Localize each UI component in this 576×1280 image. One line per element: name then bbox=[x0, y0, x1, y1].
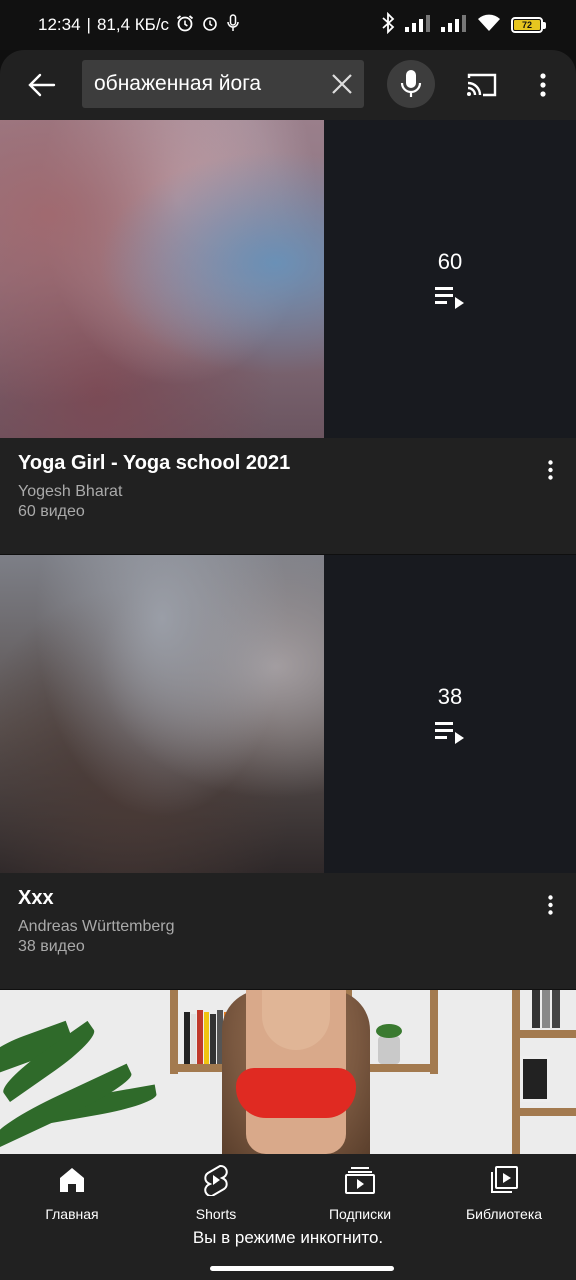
cast-icon bbox=[467, 73, 497, 97]
cast-button[interactable] bbox=[462, 67, 500, 103]
playlist-count-overlay: 38 bbox=[324, 555, 576, 873]
bluetooth-icon bbox=[381, 11, 395, 39]
signal-icon-2 bbox=[441, 14, 467, 37]
search-app-bar: обнаженная йога bbox=[0, 50, 576, 120]
more-vert-icon bbox=[547, 460, 553, 480]
blurred-thumbnail-image bbox=[0, 555, 324, 873]
nav-library[interactable]: Библиотека bbox=[432, 1162, 576, 1226]
nav-subscriptions-label: Подписки bbox=[328, 1206, 392, 1222]
video-count: 38 видео bbox=[18, 938, 85, 955]
playlist-count-overlay: 60 bbox=[324, 120, 576, 438]
playlist-thumbnail[interactable]: 60 bbox=[0, 120, 576, 438]
video-count: 60 видео bbox=[18, 503, 85, 520]
back-arrow-icon bbox=[28, 73, 56, 97]
shorts-icon bbox=[201, 1164, 231, 1196]
frame bbox=[520, 1056, 550, 1102]
status-bar: 12:34 | 81,4 КБ/с 72 bbox=[0, 0, 576, 50]
alarm-icon bbox=[201, 14, 219, 37]
search-input[interactable]: обнаженная йога bbox=[82, 60, 364, 108]
nav-shorts[interactable]: Shorts bbox=[144, 1162, 288, 1226]
search-query-text[interactable]: обнаженная йога bbox=[94, 72, 261, 96]
signal-icon bbox=[405, 14, 431, 37]
microphone-status-icon bbox=[225, 13, 241, 38]
nav-shorts-label: Shorts bbox=[195, 1206, 237, 1222]
more-options-button[interactable] bbox=[528, 67, 558, 103]
clear-icon bbox=[332, 74, 352, 94]
playlist-result-card[interactable]: 60 Yoga Girl - Yoga school 2021 Yogesh B… bbox=[0, 120, 576, 554]
playlist-title[interactable]: Xxx bbox=[18, 885, 518, 911]
playlist-meta: Yoga Girl - Yoga school 2021 Yogesh Bhar… bbox=[18, 450, 518, 522]
library-icon bbox=[489, 1164, 519, 1196]
status-right: 72 bbox=[381, 11, 546, 39]
gesture-home-indicator[interactable] bbox=[210, 1266, 394, 1271]
red-top bbox=[236, 1068, 356, 1118]
more-vert-icon bbox=[540, 73, 546, 97]
status-left: 12:34 | 81,4 КБ/с bbox=[38, 13, 241, 38]
status-time: 12:34 bbox=[38, 15, 81, 34]
network-speed: 81,4 КБ/с bbox=[96, 15, 170, 34]
nav-library-label: Библиотека bbox=[465, 1206, 543, 1222]
playlist-thumbnail[interactable]: 38 bbox=[0, 555, 576, 873]
playlist-icon bbox=[435, 722, 464, 744]
nav-subscriptions[interactable]: Подписки bbox=[288, 1162, 432, 1226]
battery-icon: 72 bbox=[511, 17, 546, 33]
wifi-icon bbox=[477, 14, 501, 37]
playlist-icon bbox=[435, 287, 464, 309]
bottom-navigation: Главная Shorts Подписки Библиотека Вы в … bbox=[0, 1154, 576, 1280]
blurred-thumbnail-image bbox=[0, 120, 324, 438]
status-separator: | bbox=[86, 15, 91, 34]
nav-home[interactable]: Главная bbox=[0, 1162, 144, 1226]
clear-search-button[interactable] bbox=[330, 72, 354, 96]
nav-home-label: Главная bbox=[45, 1206, 99, 1222]
playlist-result-card[interactable]: 38 Xxx Andreas Württemberg 38 видео bbox=[0, 555, 576, 989]
microphone-icon bbox=[400, 70, 422, 97]
playlist-count: 38 bbox=[437, 684, 463, 709]
channel-name[interactable]: Andreas Württemberg bbox=[18, 917, 518, 937]
channel-name[interactable]: Yogesh Bharat bbox=[18, 482, 518, 502]
plant-pot bbox=[378, 1036, 400, 1064]
home-icon bbox=[57, 1164, 87, 1196]
incognito-banner: Вы в режиме инкогнито. bbox=[192, 1228, 384, 1247]
card-menu-button[interactable] bbox=[540, 458, 560, 482]
subscriptions-icon bbox=[345, 1164, 375, 1196]
card-menu-button[interactable] bbox=[540, 893, 560, 917]
alarm-clock-icon bbox=[175, 13, 195, 38]
back-button[interactable] bbox=[24, 67, 60, 103]
video-result-thumbnail[interactable] bbox=[0, 990, 576, 1154]
playlist-title[interactable]: Yoga Girl - Yoga school 2021 bbox=[18, 450, 518, 476]
more-vert-icon bbox=[547, 895, 553, 915]
playlist-count: 60 bbox=[437, 249, 463, 274]
bookshelf bbox=[512, 1030, 576, 1038]
voice-search-button[interactable] bbox=[387, 60, 435, 108]
battery-level: 72 bbox=[514, 20, 540, 30]
playlist-meta: Xxx Andreas Württemberg 38 видео bbox=[18, 885, 518, 957]
